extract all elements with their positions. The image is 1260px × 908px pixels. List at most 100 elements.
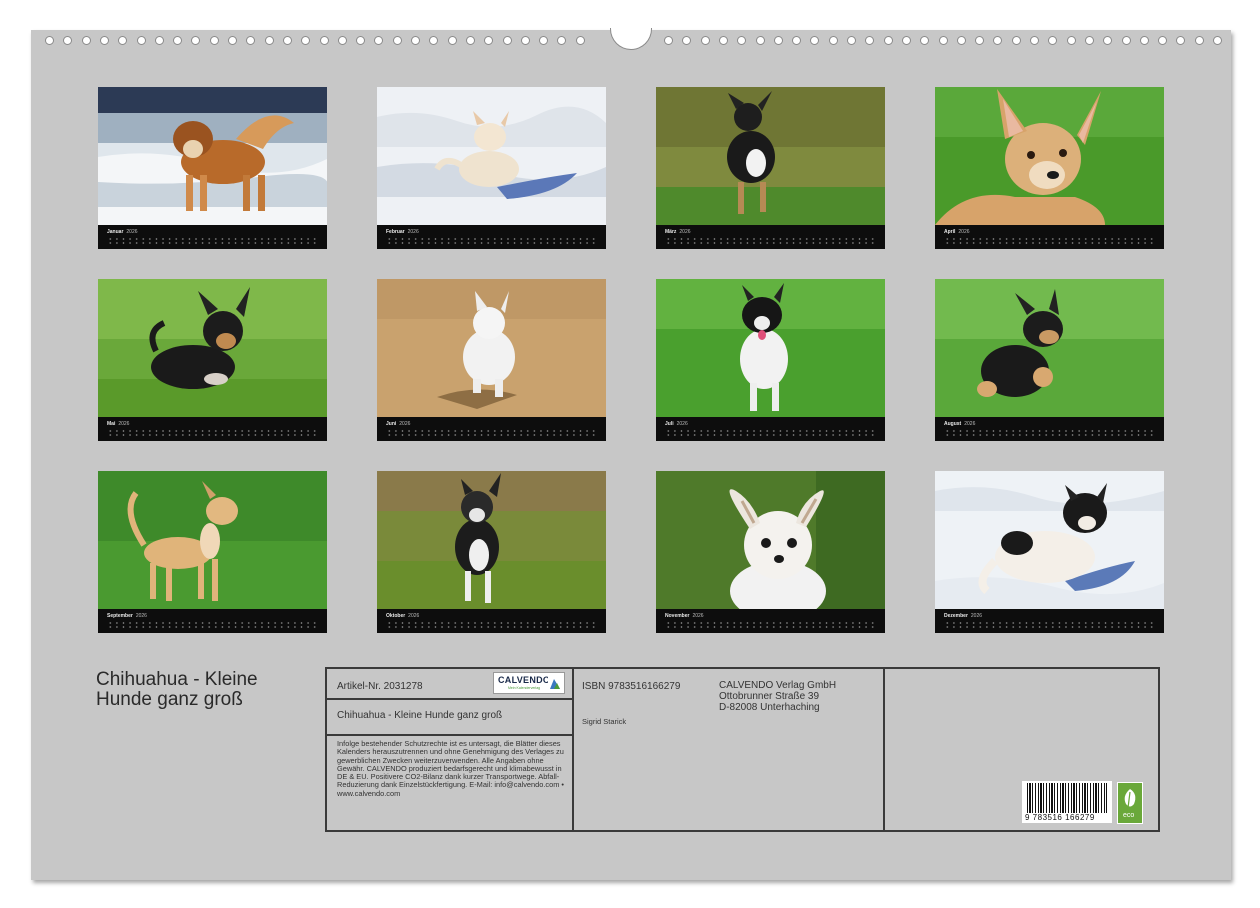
binding-hole (847, 36, 856, 45)
day-grid (107, 429, 319, 437)
binding-hole (1030, 36, 1039, 45)
binding-hole (484, 36, 494, 45)
month-name: April (944, 229, 956, 235)
binding-hole (1103, 36, 1113, 45)
calendar-strip: September 2026 (98, 609, 327, 633)
binding-hole (337, 36, 347, 45)
day-grid (386, 237, 598, 245)
binding-hole (865, 36, 875, 45)
month-photo (98, 279, 327, 417)
binding-hole (411, 36, 420, 45)
binding-hole (447, 36, 457, 45)
month-tile-february: Februar 2026 (377, 87, 606, 249)
isbn: ISBN 9783516166279 (582, 681, 681, 692)
month-tile-september: September 2026 (98, 471, 327, 633)
barcode-bars (1027, 783, 1107, 813)
divider (327, 734, 572, 736)
month-tile-may: Mai 2026 (98, 279, 327, 441)
binding-hole (520, 36, 530, 45)
month-name: März (665, 229, 677, 235)
binding-hole (901, 36, 911, 45)
author-name: Sigrid Starick (582, 717, 627, 726)
day-grid (665, 429, 877, 437)
month-tile-june: Juni 2026 (377, 279, 606, 441)
binding-hole (154, 36, 164, 45)
month-photo (98, 471, 327, 609)
month-year: 2026 (407, 229, 419, 235)
month-tile-april: April 2026 (935, 87, 1164, 249)
binding-hole (502, 36, 512, 45)
calendar-strip: November 2026 (656, 609, 885, 633)
month-photo (935, 87, 1164, 225)
product-title: Chihuahua - Kleine Hunde ganz groß (337, 710, 503, 721)
calendar-strip: August 2026 (935, 417, 1164, 441)
binding-hole (938, 36, 948, 45)
month-photo (656, 87, 885, 225)
binding-hole (173, 36, 183, 45)
calendar-strip: April 2026 (935, 225, 1164, 249)
binding-hole (828, 36, 838, 45)
binding-hole (374, 36, 384, 45)
month-name: November (665, 613, 690, 619)
binding-hole (755, 36, 765, 45)
binding-hole (301, 36, 311, 45)
month-photo (98, 87, 327, 225)
article-number: Artikel-Nr. 2031278 (337, 681, 423, 692)
binding-hole (1176, 36, 1186, 45)
title-line-2: Hunde ganz groß (96, 689, 243, 710)
info-box: Artikel-Nr. 2031278 CALVENDO Mein Kalend… (325, 667, 1160, 832)
calendar-title: Chihuahua - Kleine Hunde ganz groß (96, 670, 258, 710)
barcode-number: 9 783516 166279 (1025, 813, 1095, 822)
binding-hole (45, 36, 54, 45)
binding-hole (700, 36, 710, 45)
month-photo (377, 279, 606, 417)
logo-mark-icon (548, 677, 562, 691)
month-photo (377, 87, 606, 225)
month-photo (377, 471, 606, 609)
calendar-strip: Juni 2026 (377, 417, 606, 441)
month-tile-november: November 2026 (656, 471, 885, 633)
month-name: Januar (107, 229, 124, 235)
month-year: 2026 (118, 421, 130, 427)
publisher-street: Ottobrunner Straße 39 (719, 691, 820, 702)
month-tile-march: März 2026 (656, 87, 885, 249)
binding-hole (136, 36, 146, 45)
month-year: 2026 (958, 229, 970, 235)
binding-hole (920, 36, 930, 45)
day-grid (665, 237, 877, 245)
binding-hole (99, 36, 109, 45)
calendar-strip: Dezember 2026 (935, 609, 1164, 633)
month-photo (935, 279, 1164, 417)
binding-hole (1194, 36, 1204, 45)
binding-hole (664, 36, 673, 45)
day-grid (944, 621, 1156, 629)
divider (327, 698, 572, 700)
month-year: 2026 (692, 613, 704, 619)
binding-hole (118, 36, 128, 45)
month-tile-october: Oktober 2026 (377, 471, 606, 633)
binding-hole (737, 36, 747, 45)
binding-hole (392, 36, 402, 45)
divider (883, 669, 885, 830)
leaf-icon (1124, 789, 1136, 809)
calvendo-logo: CALVENDO Mein Kalenderverlag (493, 672, 565, 694)
month-photo (935, 471, 1164, 609)
day-grid (386, 429, 598, 437)
calendar-strip: März 2026 (656, 225, 885, 249)
binding-hole (993, 36, 1003, 45)
title-line-1: Chihuahua - Kleine (96, 669, 258, 690)
binding-hole (209, 36, 219, 45)
binding-hole (1213, 36, 1222, 45)
binding-hole (264, 36, 274, 45)
day-grid (665, 621, 877, 629)
month-tile-july: Juli 2026 (656, 279, 885, 441)
binding-hole (1121, 36, 1131, 45)
binding-hole (1139, 36, 1149, 45)
eco-badge: eco (1117, 782, 1143, 824)
month-name: Februar (386, 229, 405, 235)
divider (572, 669, 574, 830)
binding-hole (575, 36, 585, 45)
binding-hole (557, 36, 567, 45)
calendar-strip: Februar 2026 (377, 225, 606, 249)
day-grid (386, 621, 598, 629)
